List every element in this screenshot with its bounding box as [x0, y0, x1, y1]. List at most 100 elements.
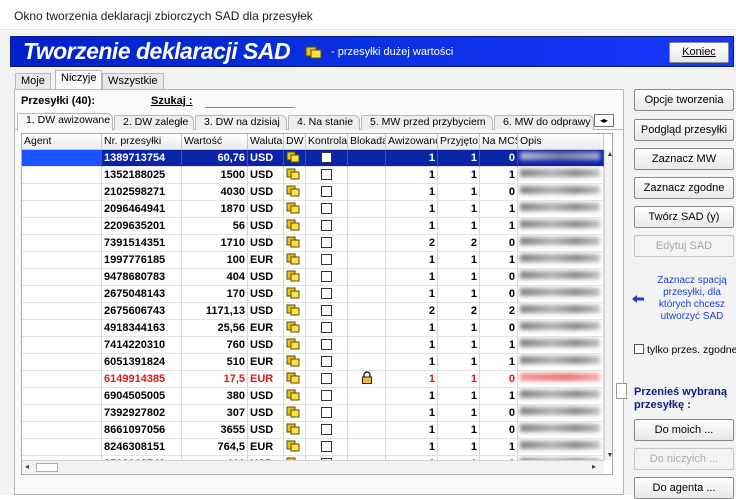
checkbox-box[interactable]: [634, 344, 644, 354]
table-row[interactable]: 2675606743 1171,13 USD 2 2 2: [22, 303, 604, 320]
tab-mw-przed-przybyciem[interactable]: 5. MW przed przybyciem: [361, 115, 493, 130]
scroll-thumb[interactable]: [36, 463, 58, 472]
col-kontrola[interactable]: Kontrola: [306, 134, 348, 150]
opis-cell: [518, 252, 604, 269]
sub-tabs: 1. DW awizowane 2. DW zaległe 3. DW na d…: [15, 112, 623, 131]
col-przyjeto[interactable]: Przyjęto: [438, 134, 480, 150]
table-row[interactable]: 6149914385 17,5 EUR 1 1 0: [22, 371, 604, 388]
table-row[interactable]: 1997776185 100 EUR 1 1 1: [22, 252, 604, 269]
nr-cell: 7392927802: [102, 405, 182, 422]
kontrola-checkbox[interactable]: [306, 371, 348, 388]
table-row[interactable]: 8246308151 764,5 EUR 1 1 1: [22, 439, 604, 456]
table-row[interactable]: 7391514351 1710 USD 2 2 0: [22, 235, 604, 252]
redacted-text: [520, 220, 600, 228]
scroll-down-icon[interactable]: ▼: [606, 452, 612, 459]
kontrola-checkbox[interactable]: [306, 286, 348, 303]
table-row[interactable]: 2102598271 4030 USD 1 1 0: [22, 184, 604, 201]
col-wartosc[interactable]: Wartość: [182, 134, 248, 150]
table-row[interactable]: 8661097056 3655 USD 1 1 0: [22, 422, 604, 439]
opis-cell: [518, 286, 604, 303]
kontrola-checkbox[interactable]: [306, 303, 348, 320]
nr-cell: 9478680783: [102, 269, 182, 286]
scroll-up-icon[interactable]: ▲: [606, 151, 612, 158]
table-row[interactable]: 2209635201 56 USD 1 1 1: [22, 218, 604, 235]
vertical-scrollbar[interactable]: ▲ ▼: [604, 150, 612, 460]
kontrola-checkbox[interactable]: [306, 235, 348, 252]
wartosc-cell: 25,56: [182, 320, 248, 337]
awizowano-cell: 1: [386, 286, 438, 303]
scroll-right-icon[interactable]: ▸: [592, 462, 596, 471]
tab-mw-do-odprawy[interactable]: 6. MW do odprawy: [494, 115, 594, 130]
col-na-mcs[interactable]: Na MCS: [480, 134, 518, 150]
kontrola-checkbox[interactable]: [306, 201, 348, 218]
tab-wszystkie[interactable]: Wszystkie: [102, 73, 164, 89]
tab-niczyje[interactable]: Niczyje: [55, 70, 103, 90]
kontrola-checkbox[interactable]: [306, 439, 348, 456]
waluta-cell: USD: [248, 167, 284, 184]
table-row[interactable]: 6904505005 380 USD 1 1 1: [22, 388, 604, 405]
only-matching-checkbox[interactable]: tylko przes. zgodne: [634, 344, 736, 356]
table-row[interactable]: 13521880251500USD111 / I: [22, 167, 604, 184]
tab-moje[interactable]: Moje: [15, 73, 51, 89]
create-sad-button[interactable]: Twórz SAD (y): [634, 206, 734, 228]
col-awizowano[interactable]: Awizowano: [386, 134, 438, 150]
col-waluta[interactable]: Waluta: [248, 134, 284, 150]
col-agent[interactable]: Agent: [22, 134, 102, 150]
table-row[interactable]: 2096464941 1870 USD 1 1 1: [22, 201, 604, 218]
select-mw-button[interactable]: Zaznacz MW: [634, 148, 734, 170]
table-row[interactable]: 9478680783 404 USD 1 1 0: [22, 269, 604, 286]
blokada-cell: [348, 218, 386, 235]
options-button[interactable]: Opcje tworzenia: [634, 89, 734, 111]
blokada-cell: [348, 286, 386, 303]
kontrola-checkbox[interactable]: [306, 269, 348, 286]
move-to-mine-button[interactable]: Do moich ...: [634, 419, 734, 441]
kontrola-checkbox[interactable]: [306, 388, 348, 405]
kontrola-checkbox[interactable]: [306, 337, 348, 354]
kontrola-checkbox[interactable]: [306, 422, 348, 439]
kontrola-checkbox[interactable]: [306, 150, 348, 167]
tab-dw-zalegle[interactable]: 2. DW zaległe: [114, 115, 194, 130]
close-button[interactable]: Koniec: [669, 42, 729, 63]
edit-sad-button[interactable]: Edytuj SAD: [634, 235, 734, 257]
kontrola-checkbox[interactable]: [306, 354, 348, 371]
col-opis[interactable]: Opis: [518, 134, 604, 150]
przyjeto-cell: 1: [438, 371, 480, 388]
table-row[interactable]: 7414220310 760 USD 1 1 1: [22, 337, 604, 354]
przyjeto-cell: 1: [438, 337, 480, 354]
scroll-left-icon[interactable]: ◂: [25, 462, 29, 471]
kontrola-checkbox[interactable]: [306, 405, 348, 422]
move-to-agent-button[interactable]: Do agenta ...: [634, 477, 734, 499]
select-matching-button[interactable]: Zaznacz zgodne: [634, 177, 734, 199]
kontrola-checkbox[interactable]: [306, 252, 348, 269]
col-blokada[interactable]: Blokada: [348, 134, 386, 150]
kontrola-checkbox[interactable]: [306, 320, 348, 337]
move-to-nobody-button[interactable]: Do niczyich ...: [634, 448, 734, 470]
kontrola-checkbox[interactable]: [306, 184, 348, 201]
tab-dw-na-dzisiaj[interactable]: 3. DW na dzisiaj: [195, 115, 287, 130]
kontrola-checkbox[interactable]: [306, 167, 348, 184]
preview-button[interactable]: Podgląd przesyłki: [634, 119, 734, 141]
tab-scroll-arrows[interactable]: ◂▸: [594, 114, 614, 127]
table-row[interactable]: 1389713754 60,76 USD 1 1 0: [22, 150, 604, 167]
agent-cell: [22, 422, 102, 439]
tab-na-stanie[interactable]: 4. Na stanie: [288, 115, 360, 130]
table-row[interactable]: 7392927802 307 USD 1 1 0: [22, 405, 604, 422]
col-nr-przesylki[interactable]: Nr. przesyłki: [102, 134, 182, 150]
na_mcs-cell: 1: [480, 354, 518, 371]
nr-cell: 2675606743: [102, 303, 182, 320]
package-icon: [305, 46, 322, 59]
redacted-text: [520, 373, 600, 381]
table-row[interactable]: 6051391824510EUR111 1: [22, 354, 604, 371]
kontrola-checkbox[interactable]: [306, 218, 348, 235]
na_mcs-cell: 0: [480, 235, 518, 252]
col-dw[interactable]: DW: [284, 134, 306, 150]
nr-cell: 6051391824: [102, 354, 182, 371]
table-row[interactable]: 4918344163 25,56 EUR 1 1 0: [22, 320, 604, 337]
tab-dw-awizowane[interactable]: 1. DW awizowane: [17, 113, 113, 131]
horizontal-scrollbar[interactable]: ◂ ▸: [22, 460, 604, 474]
package-icon: [284, 320, 306, 337]
przyjeto-cell: 1: [438, 252, 480, 269]
search-input[interactable]: [205, 93, 295, 108]
table-row[interactable]: 2675048143 170 USD 1 1 0: [22, 286, 604, 303]
opis-cell: [518, 320, 604, 337]
